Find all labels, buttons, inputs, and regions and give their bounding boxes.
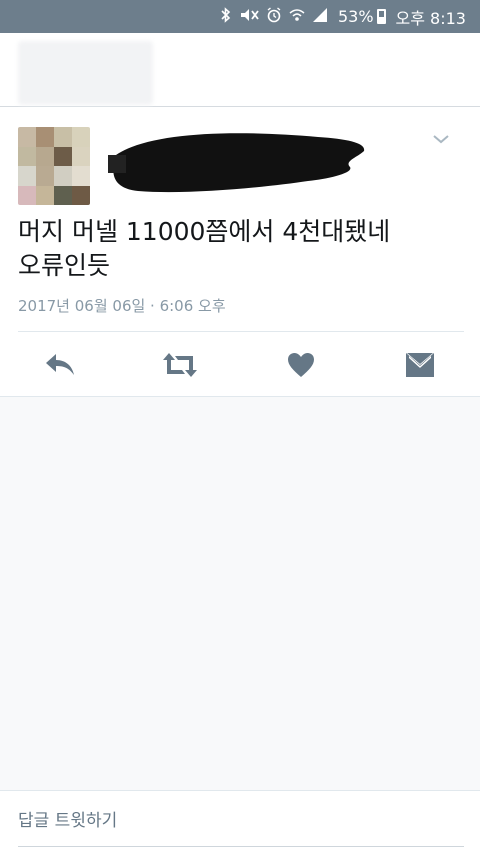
avatar-tile <box>54 127 72 147</box>
avatar-tile <box>36 146 54 166</box>
status-icons <box>220 7 328 26</box>
avatar-tile <box>72 166 90 186</box>
header-redacted <box>0 33 480 107</box>
tweet-timestamp: 2017년 06월 06일 · 6:06 오후 <box>18 297 226 315</box>
tweet-card: 머지 머넬 11000쯤에서 4천대됐네 오류인듯 2017년 06월 06일 … <box>0 107 480 397</box>
avatar-tile <box>72 185 90 205</box>
reply-button[interactable] <box>42 349 78 381</box>
chevron-down-icon[interactable] <box>432 133 450 145</box>
clock: 오후 8:13 <box>395 8 466 28</box>
tweet-text-line1: 머지 머넬 11000쯤에서 4천대됐네 <box>18 217 391 246</box>
avatar[interactable] <box>18 127 90 205</box>
avatar-tile <box>54 146 72 166</box>
redacted-username <box>108 133 365 193</box>
divider <box>18 331 464 332</box>
like-icon <box>288 353 314 377</box>
avatar-tile <box>36 185 54 205</box>
avatar-tile <box>54 166 72 186</box>
avatar-tile <box>18 185 36 205</box>
avatar-tile <box>36 166 54 186</box>
signal-icon <box>312 7 328 26</box>
tweet-actions <box>0 345 480 385</box>
avatar-tile <box>36 127 54 147</box>
bluetooth-icon <box>220 7 232 26</box>
empty-area <box>0 397 480 790</box>
alarm-icon <box>266 7 282 26</box>
tweet-text-line2: 오류인듯 <box>18 251 111 280</box>
wifi-icon <box>289 7 305 26</box>
like-button[interactable] <box>283 349 319 381</box>
avatar-tile <box>18 166 36 186</box>
avatar-tile <box>18 146 36 166</box>
reply-input[interactable]: 답글 트윗하기 <box>18 791 464 847</box>
avatar-tile <box>72 146 90 166</box>
message-button[interactable] <box>402 349 438 381</box>
header-blur-block <box>18 41 153 105</box>
retweet-icon <box>163 353 197 377</box>
status-bar: 53% 오후 8:13 <box>0 0 480 33</box>
battery-percent: 53% <box>337 7 374 26</box>
message-icon <box>406 353 434 377</box>
mute-icon <box>239 7 259 26</box>
avatar-tile <box>18 127 36 147</box>
avatar-tile <box>72 127 90 147</box>
tweet-text: 머지 머넬 11000쯤에서 4천대됐네 오류인듯 <box>18 215 458 283</box>
battery-icon <box>376 9 386 24</box>
reply-bar: 답글 트윗하기 <box>0 790 480 853</box>
avatar-tile <box>54 185 72 205</box>
retweet-button[interactable] <box>162 349 198 381</box>
reply-icon <box>46 354 74 375</box>
